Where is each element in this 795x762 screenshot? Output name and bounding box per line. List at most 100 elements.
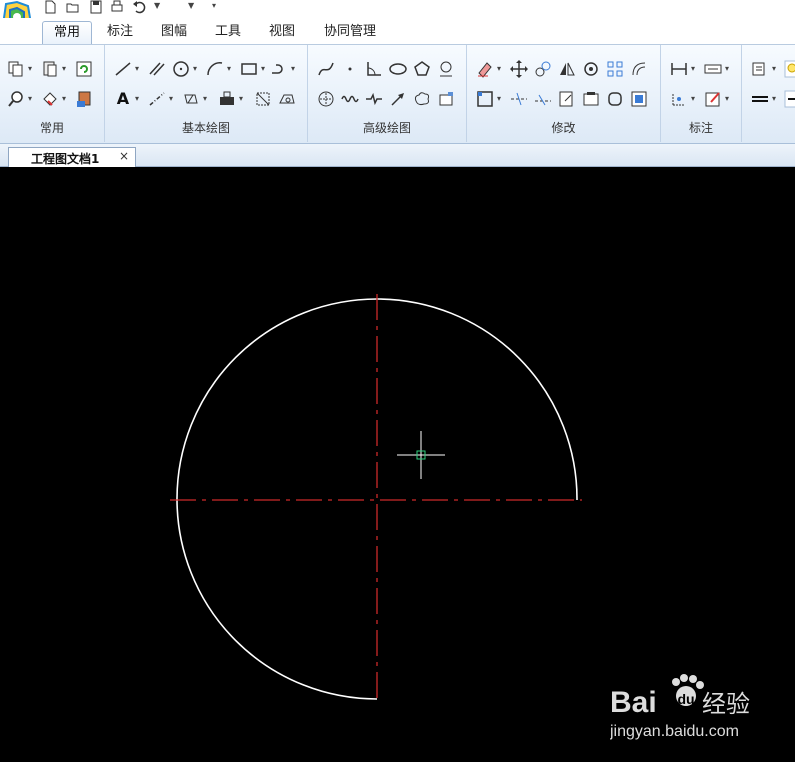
circle-icon[interactable]: [171, 59, 191, 79]
stretch-icon[interactable]: [581, 89, 601, 109]
copy-object-icon[interactable]: [533, 59, 553, 79]
fillet-icon[interactable]: [605, 89, 625, 109]
layer-dropdown-icon[interactable]: ▾: [772, 59, 778, 79]
line-icon[interactable]: [113, 59, 133, 79]
scale-icon[interactable]: [557, 89, 577, 109]
coordinate-dimension-icon[interactable]: [669, 89, 689, 109]
edit-annotation-icon[interactable]: [703, 89, 723, 109]
dimension-block-dropdown-icon[interactable]: ▾: [239, 89, 245, 109]
customize-qat-icon[interactable]: ▾: [212, 0, 220, 16]
line-type-icon[interactable]: [784, 89, 795, 109]
document-tab[interactable]: 工程图文档1 ×: [8, 147, 136, 167]
mirror-icon[interactable]: [557, 59, 577, 79]
trim-box-icon[interactable]: [253, 89, 273, 109]
undo-icon[interactable]: [132, 0, 146, 14]
freehand-cloud-icon[interactable]: [412, 89, 432, 109]
rectangle-icon[interactable]: [239, 59, 259, 79]
baidu-jingyan-watermark: Bai du 经验 jingyan.baidu.com: [609, 672, 790, 744]
extend-icon[interactable]: [533, 89, 553, 109]
format-painter-dropdown-icon[interactable]: ▾: [62, 89, 68, 109]
region-icon[interactable]: [277, 89, 297, 109]
zoom-icon[interactable]: [6, 89, 26, 109]
erase-icon[interactable]: [475, 59, 495, 79]
arrow-icon[interactable]: [388, 89, 408, 109]
tab-annotate[interactable]: 标注: [98, 21, 142, 43]
line-dropdown-icon[interactable]: ▾: [135, 59, 141, 79]
group-basic-draw: ▾ ▾ ▾ ▾ ▾ A ▾ ▾ ▾ ▾ 基本绘图: [105, 45, 308, 142]
wave-line-icon[interactable]: [316, 89, 336, 109]
break-line-icon[interactable]: [340, 89, 360, 109]
group-annotate: ▾ ▾ ▾ ▾ 标注: [661, 45, 742, 142]
close-icon[interactable]: ×: [119, 149, 129, 163]
point-icon[interactable]: [340, 59, 360, 79]
polyline-dropdown-icon[interactable]: ▾: [291, 59, 297, 79]
drawing-canvas[interactable]: [0, 167, 795, 758]
dimension-style-icon[interactable]: [703, 59, 723, 79]
dimension-dropdown-icon[interactable]: ▾: [691, 59, 697, 79]
select-box-icon[interactable]: [475, 89, 495, 109]
rectangle-dropdown-icon[interactable]: ▾: [261, 59, 267, 79]
arc-icon[interactable]: [205, 59, 225, 79]
ellipse-icon[interactable]: [388, 59, 408, 79]
gear-tooth-icon[interactable]: [436, 89, 456, 109]
open-folder-icon[interactable]: [66, 0, 80, 14]
copy-dropdown-icon[interactable]: ▾: [28, 59, 34, 79]
tab-common[interactable]: 常用: [42, 21, 92, 44]
centerline-icon[interactable]: [147, 89, 167, 109]
quick-access-toolbar: ▼ ▼ ▾: [0, 0, 795, 31]
line-weight-dropdown-icon[interactable]: ▾: [772, 89, 778, 109]
hatch-icon[interactable]: [181, 89, 201, 109]
polyline-icon[interactable]: [269, 59, 289, 79]
tab-collaboration[interactable]: 协同管理: [314, 21, 386, 43]
dimension-icon[interactable]: [669, 59, 689, 79]
dimension-style-dropdown-icon[interactable]: ▾: [725, 59, 731, 79]
polygon-icon[interactable]: [412, 59, 432, 79]
coordinate-dimension-dropdown-icon[interactable]: ▾: [691, 89, 697, 109]
tab-view[interactable]: 视图: [260, 21, 304, 43]
rotate-icon[interactable]: [581, 59, 601, 79]
new-file-icon[interactable]: [43, 0, 57, 14]
erase-dropdown-icon[interactable]: ▾: [497, 59, 503, 79]
paste-dropdown-icon[interactable]: ▾: [62, 59, 68, 79]
undo-dropdown-icon[interactable]: ▼: [154, 0, 160, 16]
move-icon[interactable]: [509, 59, 529, 79]
line-weight-icon[interactable]: [750, 89, 770, 109]
select-box-dropdown-icon[interactable]: ▾: [497, 89, 503, 109]
watermark-suffix: 经验: [702, 690, 750, 718]
offset-icon[interactable]: [629, 59, 649, 79]
print-icon[interactable]: [110, 0, 124, 14]
arc-dropdown-icon[interactable]: ▾: [227, 59, 233, 79]
format-painter-icon[interactable]: [40, 89, 60, 109]
group-label-advanced-draw: 高级绘图: [362, 121, 411, 135]
zoom-dropdown-icon[interactable]: ▾: [28, 89, 34, 109]
group-properties-partial: ▾ ▾: [742, 45, 795, 142]
layer-icon[interactable]: [750, 59, 770, 79]
circle-dropdown-icon[interactable]: ▾: [193, 59, 199, 79]
revision-cloud-icon[interactable]: [436, 59, 456, 79]
text-dropdown-icon[interactable]: ▾: [135, 89, 141, 109]
copy-icon[interactable]: [6, 59, 26, 79]
crosshair-cursor: [397, 431, 445, 479]
tab-sheet[interactable]: 图幅: [152, 21, 196, 43]
properties-icon[interactable]: [74, 89, 94, 109]
array-icon[interactable]: [605, 59, 625, 79]
watermark-paw-text: du: [677, 691, 694, 707]
trim-icon[interactable]: [509, 89, 529, 109]
hatch-dropdown-icon[interactable]: ▾: [203, 89, 209, 109]
lightbulb-icon[interactable]: [784, 59, 795, 79]
parallel-line-icon[interactable]: [147, 59, 167, 79]
angle-icon[interactable]: [364, 59, 384, 79]
spline-icon[interactable]: [316, 59, 336, 79]
dimension-block-icon[interactable]: [217, 89, 237, 109]
refresh-icon[interactable]: [74, 59, 94, 79]
redo-dropdown-icon[interactable]: ▼: [188, 0, 194, 16]
paste-icon[interactable]: [40, 59, 60, 79]
save-icon[interactable]: [89, 0, 103, 14]
group-label-basic-draw: 基本绘图: [181, 121, 230, 135]
chamfer-icon[interactable]: [629, 89, 649, 109]
zigzag-line-icon[interactable]: [364, 89, 384, 109]
edit-annotation-dropdown-icon[interactable]: ▾: [725, 89, 731, 109]
tab-tools[interactable]: 工具: [206, 21, 250, 43]
text-tool-icon[interactable]: A: [113, 89, 133, 109]
centerline-dropdown-icon[interactable]: ▾: [169, 89, 175, 109]
